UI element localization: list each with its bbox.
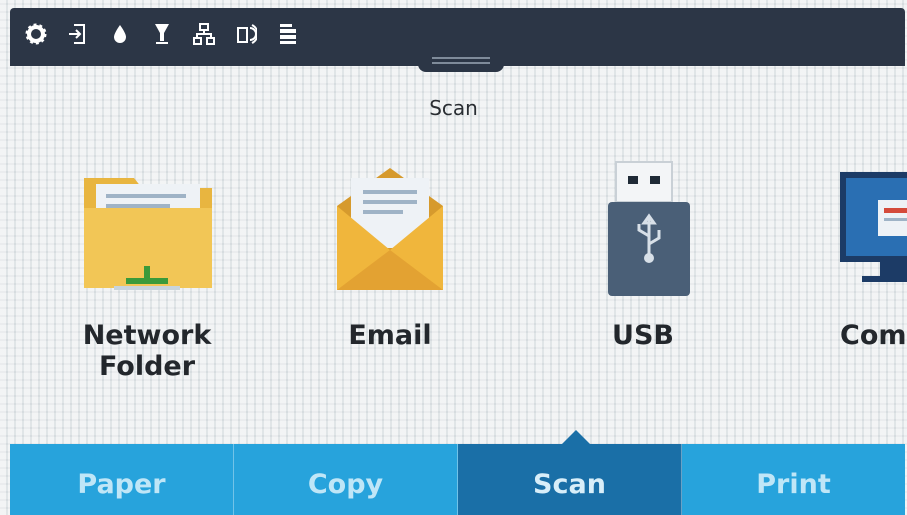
ink-drop-icon[interactable] [108,22,132,46]
email-option[interactable]: Email [275,160,505,390]
toner-icon[interactable] [150,22,174,46]
job-queue-icon[interactable] [276,22,300,46]
usb-option[interactable]: USB [528,160,758,390]
bottom-tab-bar: Paper Copy Scan Print [10,444,905,515]
computer-option[interactable]: Comp [760,160,907,390]
tab-print[interactable]: Print [682,444,905,515]
email-icon [337,168,443,290]
gear-icon[interactable] [24,22,48,46]
computer-icon [840,172,907,282]
tab-paper[interactable]: Paper [10,444,234,515]
email-label: Email [348,320,432,351]
computer-label: Comp [840,320,907,351]
network-icon[interactable] [192,22,216,46]
usb-icon [608,161,690,296]
sign-in-icon[interactable] [66,22,90,46]
network-folder-icon [84,178,212,290]
tab-copy[interactable]: Copy [234,444,458,515]
page-title: Scan [429,96,478,120]
notification-pull-handle[interactable] [418,50,504,72]
active-tab-indicator [562,430,590,444]
usb-label: USB [612,320,674,351]
network-folder-option[interactable]: Network Folder [32,160,262,390]
wifi-direct-icon[interactable] [234,22,258,46]
tab-scan[interactable]: Scan [458,444,682,515]
printer-screen: Scan Network Folder Email USB Com Paper … [0,0,907,515]
network-folder-label: Network Folder [82,320,212,382]
